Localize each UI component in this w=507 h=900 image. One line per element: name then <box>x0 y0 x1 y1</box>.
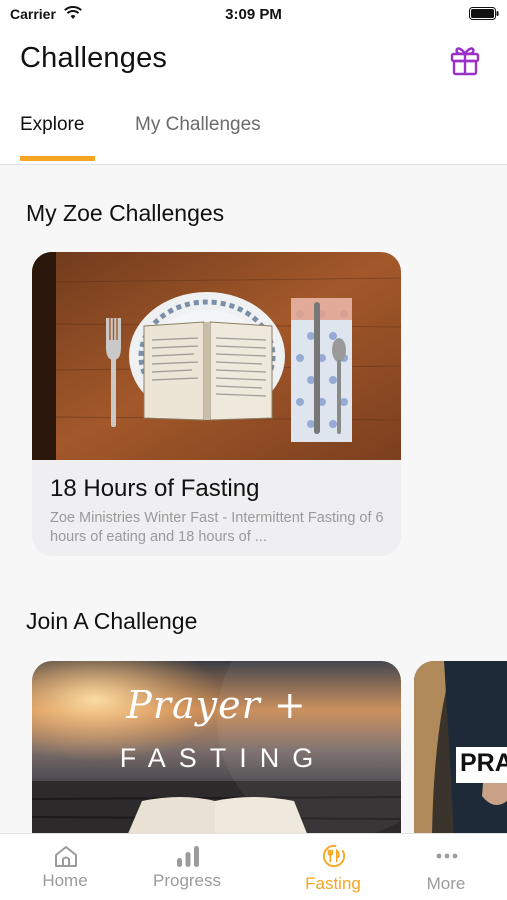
tab-home-label: Home <box>42 871 88 890</box>
tab-my-challenges[interactable]: My Challenges <box>135 114 261 136</box>
section-title-join: Join A Challenge <box>26 608 198 634</box>
join-challenge-card[interactable]: Prayer + FASTING <box>32 661 401 836</box>
tab-explore[interactable]: Explore <box>20 114 84 136</box>
home-icon <box>55 846 77 867</box>
header: Challenges Explore My Challenges <box>0 30 507 165</box>
tab-fasting-label: Fasting <box>305 874 361 893</box>
challenge-description: Zoe Ministries Winter Fast - Intermitten… <box>50 510 384 545</box>
active-tab-indicator <box>20 156 95 161</box>
promo-script-text: Prayer + <box>126 683 307 727</box>
clock-time: 3:09 PM <box>225 6 282 23</box>
tab-fasting[interactable]: Fasting <box>270 834 396 900</box>
tab-progress[interactable]: Progress <box>124 834 250 900</box>
gift-icon[interactable] <box>447 42 483 78</box>
promo-label: PRA <box>456 747 507 783</box>
more-dots-icon <box>436 853 458 859</box>
tab-more[interactable]: More <box>383 834 507 900</box>
page-title: Challenges <box>20 42 168 74</box>
challenge-title: 18 Hours of Fasting <box>50 475 260 502</box>
promo-caps-text: FASTING <box>119 743 327 773</box>
challenge-card[interactable]: 18 Hours of Fasting Zoe Ministries Winte… <box>32 252 401 556</box>
fasting-utensils-icon <box>322 844 346 868</box>
bottom-tab-bar: Home Progress Fasting More <box>0 833 507 900</box>
section-title-my-challenges: My Zoe Challenges <box>26 200 225 226</box>
battery-icon <box>469 7 499 20</box>
tab-more-label: More <box>426 874 466 893</box>
bar-chart-icon <box>177 846 199 867</box>
status-bar: Carrier 3:09 PM <box>0 0 507 30</box>
join-challenge-card[interactable]: PRA <box>414 661 507 836</box>
tab-home[interactable]: Home <box>2 834 128 900</box>
tab-progress-label: Progress <box>152 871 222 890</box>
challenge-image <box>32 252 401 460</box>
